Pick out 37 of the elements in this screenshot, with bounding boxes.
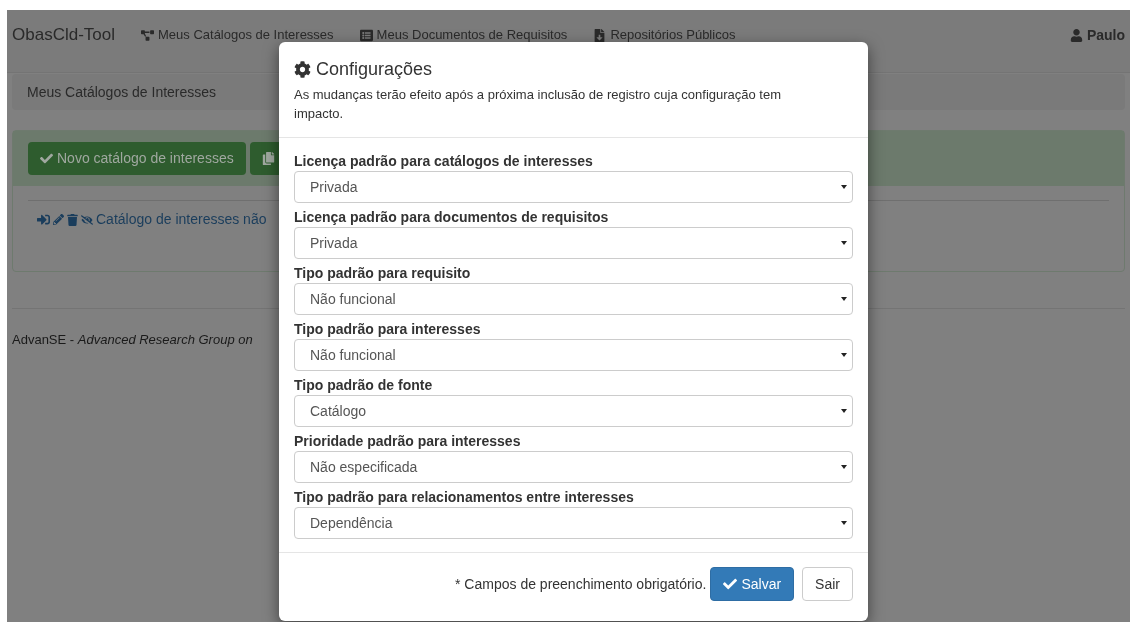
list-icon — [359, 28, 373, 42]
eye-slash-icon[interactable] — [81, 213, 93, 226]
network-icon — [141, 28, 154, 42]
dropdown-arrow-icon — [841, 521, 847, 525]
trash-icon[interactable] — [67, 213, 78, 226]
file-download-icon — [593, 28, 607, 42]
select-field[interactable]: Não funcional — [294, 283, 853, 315]
required-note: * Campos de preenchimento obrigatório. — [455, 574, 707, 594]
save-button[interactable]: Salvar — [710, 567, 795, 601]
field-label: Tipo padrão para interesses — [294, 321, 482, 338]
select-field[interactable]: Dependência — [294, 507, 853, 539]
settings-icon — [294, 61, 311, 78]
exit-button[interactable]: Sair — [802, 567, 853, 601]
field-label: Tipo padrão para relacionamentos entre interesses — [294, 489, 635, 506]
field-label: Licença padrão para catálogos de interesses — [294, 153, 594, 170]
dropdown-arrow-icon — [841, 297, 847, 301]
select-field[interactable]: Não especificada — [294, 451, 853, 483]
check-icon — [723, 577, 738, 591]
field-label: Prioridade padrão para interesses — [294, 433, 522, 450]
check-icon — [40, 152, 53, 165]
pencil-icon[interactable] — [53, 214, 64, 225]
select-field[interactable]: Catálogo — [294, 395, 853, 427]
user-icon — [1069, 28, 1083, 42]
enter-icon[interactable] — [37, 213, 50, 226]
field-label: Tipo padrão de fonte — [294, 377, 434, 394]
select-field[interactable]: Privada — [294, 171, 853, 203]
copy-icon — [261, 152, 275, 165]
field-label: Tipo padrão para requisito — [294, 265, 472, 282]
dropdown-arrow-icon — [841, 465, 847, 469]
select-field[interactable]: Privada — [294, 227, 853, 259]
dropdown-arrow-icon — [841, 241, 847, 245]
dropdown-arrow-icon — [841, 353, 847, 357]
footer-text: AdvanSE - Advanced Research Group on — [12, 332, 253, 347]
select-field[interactable]: Não funcional — [294, 339, 853, 371]
dropdown-arrow-icon — [841, 185, 847, 189]
dropdown-arrow-icon — [841, 409, 847, 413]
field-label: Licença padrão para documentos de requisitos — [294, 209, 610, 226]
